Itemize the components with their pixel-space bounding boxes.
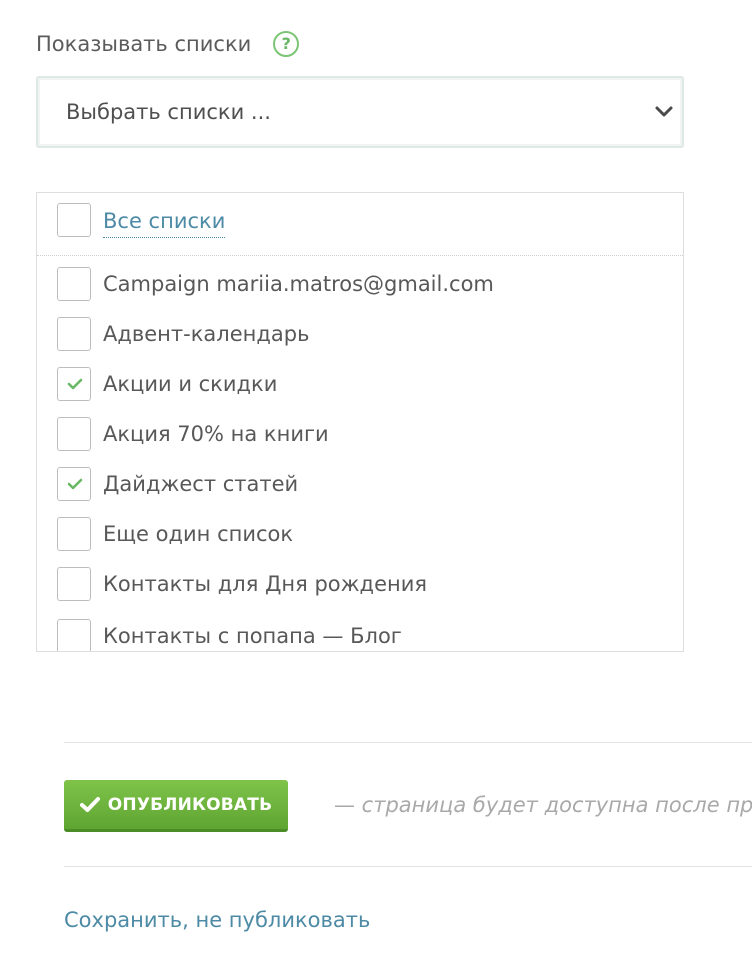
select-value: Выбрать списки ... bbox=[66, 100, 271, 124]
check-icon bbox=[67, 478, 83, 490]
list-item: Контакты для Дня рождения bbox=[37, 559, 683, 609]
list-item-label[interactable]: Campaign mariia.matros@gmail.com bbox=[103, 267, 494, 301]
list-item: Акции и скидки bbox=[37, 359, 683, 409]
list-item-label[interactable]: Контакты с попапа — Блог bbox=[103, 619, 402, 651]
select-all-row: Все списки bbox=[37, 193, 683, 256]
check-icon bbox=[67, 378, 83, 390]
list-item: Еще один список bbox=[37, 509, 683, 559]
list-item: Адвент-календарь bbox=[37, 309, 683, 359]
list-item: Дайджест статей bbox=[37, 459, 683, 509]
check-icon bbox=[79, 796, 100, 812]
list-item: Campaign mariia.matros@gmail.com bbox=[37, 259, 683, 309]
list-item-checkbox[interactable] bbox=[57, 467, 91, 501]
list-settings-page: Показывать списки ? Выбрать списки ... В… bbox=[0, 0, 752, 962]
field-label: Показывать списки bbox=[36, 32, 252, 56]
list-item: Акция 70% на книги bbox=[37, 409, 683, 459]
list-item-checkbox[interactable] bbox=[57, 267, 91, 301]
lists-select[interactable]: Выбрать списки ... bbox=[36, 76, 684, 148]
list-item-label[interactable]: Акция 70% на книги bbox=[103, 417, 329, 451]
list-item-label[interactable]: Еще один список bbox=[103, 517, 293, 551]
list-item-checkbox[interactable] bbox=[57, 619, 91, 651]
list-item-label[interactable]: Адвент-календарь bbox=[103, 317, 309, 351]
publish-button[interactable]: ОПУБЛИКОВАТЬ bbox=[64, 780, 288, 832]
publish-button-label: ОПУБЛИКОВАТЬ bbox=[107, 794, 273, 815]
field-label-row: Показывать списки ? bbox=[36, 28, 300, 60]
select-all-link[interactable]: Все списки bbox=[103, 205, 226, 238]
chevron-down-icon bbox=[655, 106, 673, 117]
lists-checklist: Все списки Campaign mariia.matros@gmail.… bbox=[36, 192, 684, 652]
save-draft-link[interactable]: Сохранить, не публиковать bbox=[64, 902, 370, 938]
select-all-checkbox[interactable] bbox=[57, 203, 91, 237]
publish-note: — страница будет доступна после пр bbox=[334, 793, 752, 817]
list-item-checkbox[interactable] bbox=[57, 567, 91, 601]
list-item-checkbox[interactable] bbox=[57, 417, 91, 451]
list-item-label[interactable]: Дайджест статей bbox=[103, 467, 298, 501]
list-item: Контакты с попапа — Блог bbox=[37, 611, 683, 651]
list-item-checkbox[interactable] bbox=[57, 517, 91, 551]
list-item-label[interactable]: Контакты для Дня рождения bbox=[103, 567, 427, 601]
list-item-checkbox[interactable] bbox=[57, 367, 91, 401]
divider bbox=[64, 742, 752, 743]
list-item-checkbox[interactable] bbox=[57, 317, 91, 351]
help-icon[interactable]: ? bbox=[273, 31, 300, 57]
list-item-label[interactable]: Акции и скидки bbox=[103, 367, 277, 401]
divider bbox=[64, 866, 752, 867]
